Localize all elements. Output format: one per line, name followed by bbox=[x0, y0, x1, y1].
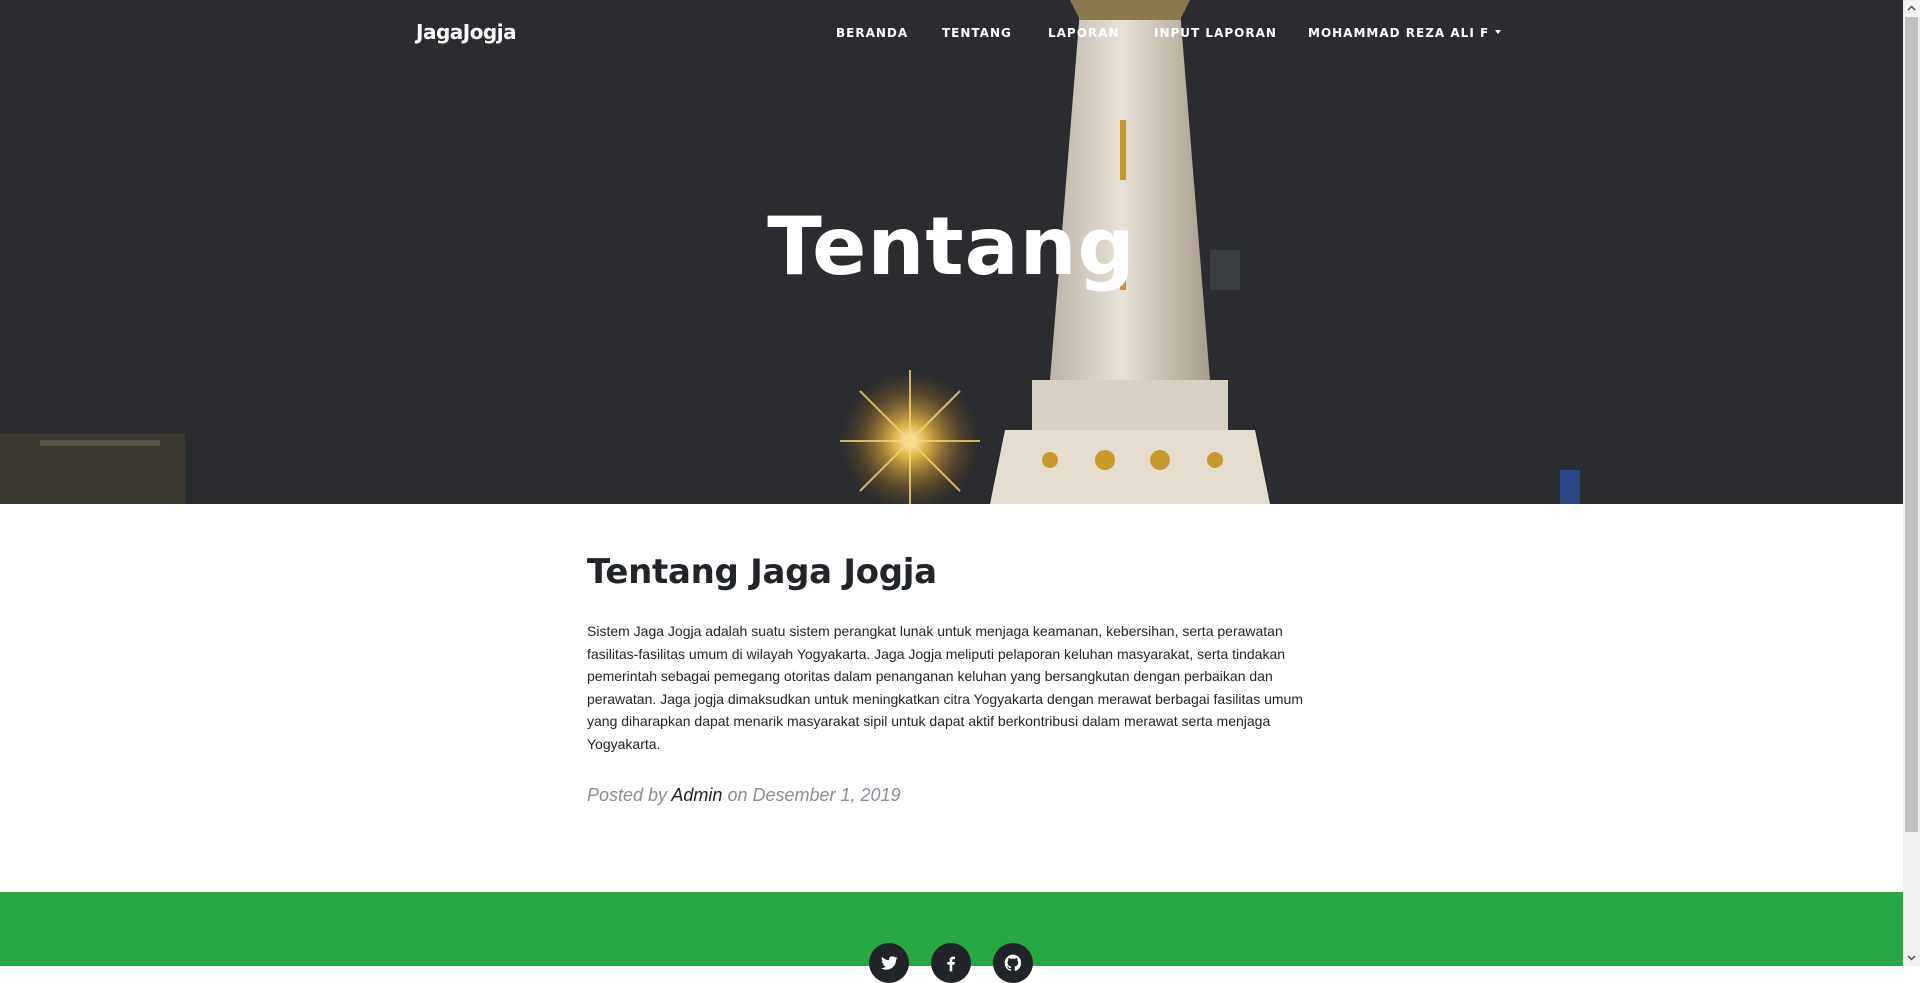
nav-item-input-laporan[interactable]: INPUT LAPORAN bbox=[1154, 26, 1277, 40]
nav-user-dropdown[interactable]: MOHAMMAD REZA ALI F bbox=[1308, 26, 1502, 40]
facebook-link[interactable] bbox=[931, 943, 971, 983]
hero-header: JagaJogja BERANDA TENTANG LAPORAN INPUT … bbox=[0, 0, 1903, 504]
scroll-up-arrow-icon[interactable] bbox=[1903, 0, 1920, 17]
github-link[interactable] bbox=[993, 943, 1033, 983]
scroll-down-arrow-icon[interactable] bbox=[1903, 949, 1920, 966]
posted-by-label: Posted by bbox=[587, 785, 668, 805]
caret-down-icon bbox=[1495, 30, 1502, 34]
article-body: Sistem Jaga Jogja adalah suatu sistem pe… bbox=[587, 623, 1303, 752]
navbar: JagaJogja BERANDA TENTANG LAPORAN INPUT … bbox=[0, 0, 1903, 66]
scrollbar-thumb[interactable] bbox=[1905, 17, 1918, 832]
twitter-icon bbox=[881, 956, 898, 970]
nav-item-laporan[interactable]: LAPORAN bbox=[1048, 26, 1120, 40]
user-name-label: MOHAMMAD REZA ALI F bbox=[1308, 26, 1490, 40]
nav-item-tentang[interactable]: TENTANG bbox=[942, 26, 1012, 40]
nav-item-beranda[interactable]: BERANDA bbox=[836, 26, 908, 40]
author-link[interactable]: Admin bbox=[671, 785, 722, 805]
brand-logo[interactable]: JagaJogja bbox=[416, 20, 517, 44]
article-title: Tentang Jaga Jogja bbox=[587, 552, 937, 592]
post-date: on Desember 1, 2019 bbox=[727, 785, 901, 805]
page-scrollbar[interactable] bbox=[1903, 0, 1920, 966]
facebook-icon bbox=[947, 956, 955, 972]
article: Tentang Jaga Jogja Sistem Jaga Jogja ada… bbox=[587, 552, 1317, 806]
hero-title: Tentang bbox=[767, 200, 1136, 293]
github-icon bbox=[1004, 954, 1022, 971]
post-meta: Posted by Admin on Desember 1, 2019 bbox=[587, 785, 1317, 806]
twitter-link[interactable] bbox=[869, 943, 909, 983]
